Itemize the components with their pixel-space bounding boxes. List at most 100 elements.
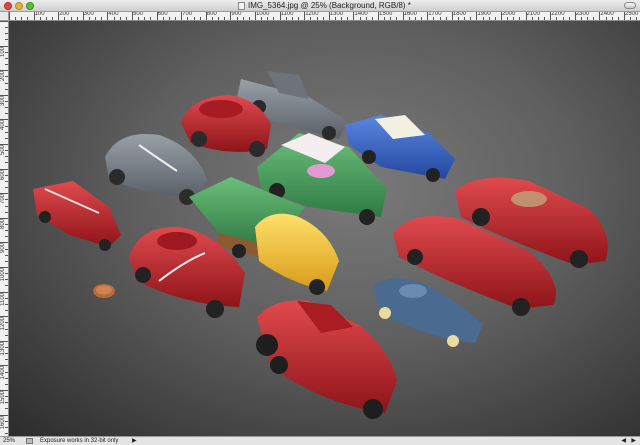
ruler-label: 1600 xyxy=(403,12,417,17)
ruler-label: 2400 xyxy=(600,12,614,17)
status-menu-arrow[interactable]: ▶ xyxy=(132,437,137,445)
ruler-tick xyxy=(5,408,8,410)
window-title: IMG_5364.jpg @ 25% (Background, RGB/8) * xyxy=(248,1,411,10)
ruler-origin[interactable] xyxy=(0,12,9,21)
ruler-label: 600 xyxy=(157,12,168,17)
photo-toy-cars xyxy=(33,71,608,419)
ruler-tick xyxy=(125,17,127,20)
ruler-label: 600 xyxy=(0,169,6,180)
ruler-label: 1100 xyxy=(280,12,294,17)
ruler-label: 1300 xyxy=(329,12,344,17)
ruler-label: 1300 xyxy=(0,341,6,356)
red-truck-cab xyxy=(256,300,397,419)
ruler-label: 100 xyxy=(34,12,45,17)
ruler-tick xyxy=(218,17,220,20)
ruler-tick xyxy=(5,162,8,164)
ruler-tick xyxy=(470,17,472,20)
ruler-tick xyxy=(52,17,54,20)
ruler-tick xyxy=(5,433,8,435)
ruler-label: 400 xyxy=(108,12,119,17)
close-button[interactable] xyxy=(4,2,12,10)
horizontal-ruler[interactable]: 100 200 300 400 500 600 700 800 900 1000 1100 1200 1… xyxy=(9,12,640,21)
zoom-level-field[interactable]: 25% xyxy=(3,437,15,445)
ruler-tick xyxy=(347,17,349,20)
ruler-tick xyxy=(248,17,250,20)
ruler-tick xyxy=(568,17,570,20)
ruler-label: 2300 xyxy=(575,12,590,17)
ruler-label: 900 xyxy=(0,243,6,254)
ruler-tick xyxy=(5,334,8,336)
ruler-label: 1400 xyxy=(354,12,368,17)
toolbar-toggle-button[interactable] xyxy=(624,2,636,9)
ruler-tick xyxy=(199,17,201,20)
ruler-label: 700 xyxy=(182,12,193,17)
ruler-label: 800 xyxy=(0,218,6,229)
ruler-tick xyxy=(193,17,195,20)
ruler-label: 1100 xyxy=(0,292,6,306)
ruler-tick xyxy=(0,21,8,22)
ruler-label: 1000 xyxy=(0,268,6,282)
ruler-tick xyxy=(95,17,97,20)
status-bar: 25% Exposure works in 32-bit only ▶ ◀ ▶ xyxy=(0,436,640,445)
status-message: Exposure works in 32-bit only xyxy=(40,438,119,444)
ruler-tick xyxy=(445,17,447,20)
scroll-left-button[interactable]: ◀ xyxy=(621,437,626,445)
blue-coupe xyxy=(373,278,483,347)
ruler-label: 700 xyxy=(0,194,6,205)
ruler-tick xyxy=(5,27,8,29)
ruler-tick xyxy=(21,17,23,20)
ruler-tick xyxy=(5,64,8,66)
ruler-tick xyxy=(544,17,546,20)
document-canvas[interactable] xyxy=(9,21,640,436)
ruler-tick xyxy=(5,88,8,90)
ruler-label: 500 xyxy=(133,12,144,17)
ruler-label: 1500 xyxy=(379,12,393,17)
minimize-button[interactable] xyxy=(15,2,23,10)
ruler-tick xyxy=(421,17,423,20)
ruler-label: 2000 xyxy=(502,12,516,17)
ruler-tick xyxy=(5,82,8,84)
ruler-tick xyxy=(5,180,8,182)
ruler-label: 300 xyxy=(0,95,6,106)
ruler-label: 1200 xyxy=(305,12,319,17)
ruler-tick xyxy=(5,211,8,213)
ruler-tick xyxy=(27,17,29,20)
ruler-label: 500 xyxy=(0,145,6,156)
ruler-tick xyxy=(175,17,177,20)
ruler-label: 400 xyxy=(0,120,6,131)
ruler-label: 800 xyxy=(206,12,217,17)
ruler-label: 300 xyxy=(83,12,94,17)
ruler-tick xyxy=(5,57,8,59)
ruler-label: 1800 xyxy=(452,12,467,17)
ruler-tick xyxy=(5,33,8,35)
ruler-tick xyxy=(371,17,373,20)
ruler-label: 1900 xyxy=(477,12,491,17)
ruler-label: 1000 xyxy=(256,12,270,17)
ruler-tick xyxy=(224,17,226,20)
zoom-button[interactable] xyxy=(26,2,34,10)
ruler-tick xyxy=(273,17,275,20)
ruler-label: 1500 xyxy=(0,391,6,405)
ruler-tick xyxy=(494,17,496,20)
ruler-tick xyxy=(15,17,17,20)
ruler-tick xyxy=(5,107,8,109)
ruler-tick xyxy=(5,39,8,41)
document-icon xyxy=(238,2,245,10)
ruler-label: 1600 xyxy=(0,415,6,429)
ruler-label: 2100 xyxy=(526,12,540,17)
ruler-tick xyxy=(593,17,595,20)
ruler-label: 900 xyxy=(231,12,242,17)
ruler-tick xyxy=(322,17,324,20)
ruler-label: 200 xyxy=(0,71,6,82)
preview-icon[interactable] xyxy=(26,438,33,444)
ruler-tick xyxy=(101,17,103,20)
ruler-tick xyxy=(45,17,47,20)
ruler-label: 1200 xyxy=(0,317,6,331)
ruler-tick xyxy=(5,383,8,385)
ruler-tick xyxy=(5,260,8,262)
vertical-ruler[interactable]: 100 200 300 400 500 600 700 800 900 1000 1100 1200 1… xyxy=(0,21,9,436)
gray-sedan xyxy=(105,133,207,205)
ruler-tick xyxy=(5,359,8,361)
scroll-right-button[interactable]: ▶ xyxy=(631,437,636,445)
ruler-tick xyxy=(150,17,152,20)
